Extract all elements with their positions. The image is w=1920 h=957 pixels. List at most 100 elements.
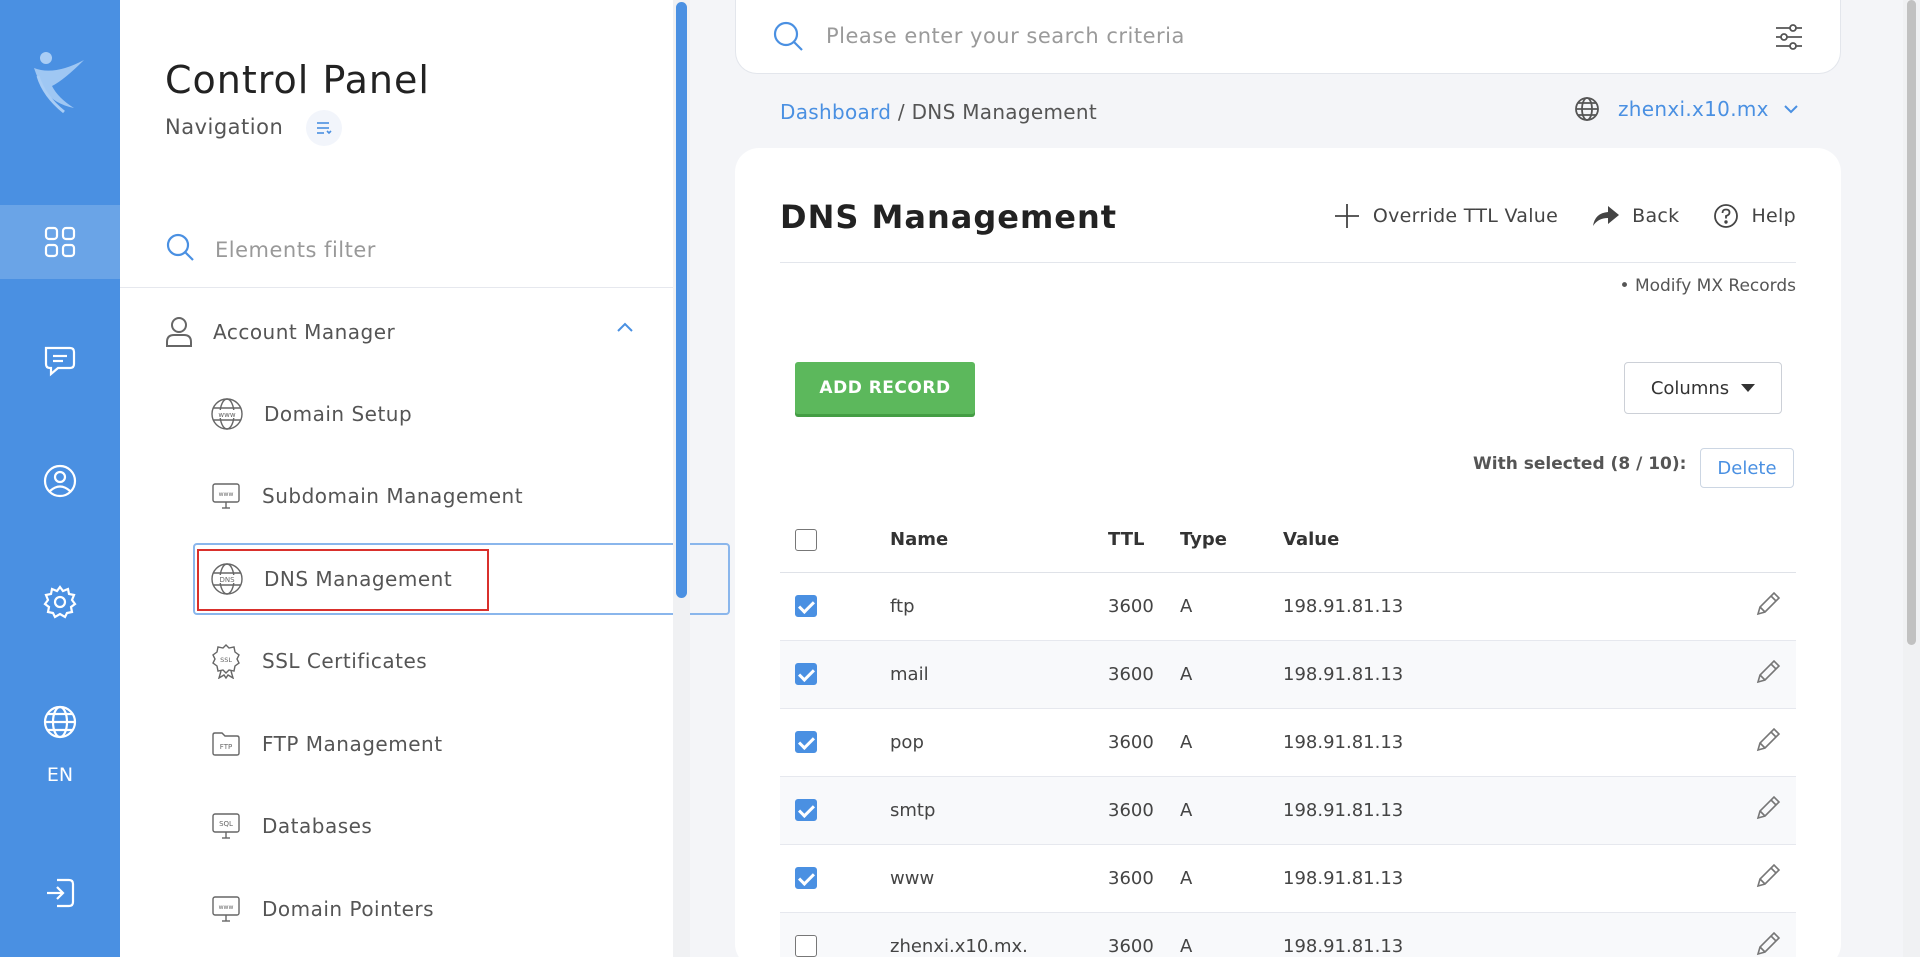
nav-item-domain-setup[interactable]: www Domain Setup — [210, 385, 650, 443]
header-ttl[interactable]: TTL — [1108, 508, 1180, 573]
pencil-icon[interactable] — [1754, 930, 1782, 957]
row-checkbox[interactable] — [795, 731, 817, 753]
page-scrollbar-thumb[interactable] — [1907, 0, 1916, 645]
domain-selector[interactable]: zhenxi.x10.mx — [1574, 96, 1799, 122]
record-ttl: 3600 — [1108, 640, 1180, 709]
nav-item-label: Domain Setup — [264, 402, 413, 426]
record-name: ftp — [890, 572, 1108, 641]
user-icon — [166, 317, 192, 347]
nav-item-label: SSL Certificates — [262, 649, 428, 673]
help-button[interactable]: Help — [1713, 203, 1796, 229]
row-select-cell — [780, 708, 890, 777]
nav-item-domain-pointers[interactable]: www Domain Pointers — [210, 880, 650, 938]
nav-scrollbar[interactable] — [673, 0, 690, 957]
page-title: DNS Management — [780, 198, 1118, 236]
row-edit-cell — [1663, 912, 1796, 957]
chat-icon — [44, 346, 76, 377]
record-value: 198.91.81.13 — [1283, 572, 1664, 641]
globe-icon — [43, 705, 77, 739]
pencil-icon[interactable] — [1754, 794, 1782, 822]
override-ttl-button[interactable]: Override TTL Value — [1333, 202, 1558, 230]
record-name: zhenxi.x10.mx. — [890, 912, 1108, 957]
record-name: pop — [890, 708, 1108, 777]
svg-text:SQL: SQL — [219, 820, 233, 828]
nav-item-databases[interactable]: SQL Databases — [210, 797, 650, 855]
row-checkbox[interactable] — [795, 595, 817, 617]
nav-item-dns-management[interactable]: DNS DNS Management — [193, 543, 730, 615]
nav-item-label: Subdomain Management — [262, 484, 524, 508]
table-row: mail 3600 A 198.91.81.13 — [780, 640, 1796, 709]
elements-filter-input[interactable] — [215, 232, 635, 268]
rail-settings-button[interactable] — [0, 565, 120, 639]
nav-item-label: FTP Management — [262, 732, 443, 756]
breadcrumb: Dashboard / DNS Management — [780, 100, 1097, 124]
rail-support-button[interactable] — [0, 324, 120, 398]
share-arrow-icon — [1593, 206, 1620, 226]
header-value[interactable]: Value — [1283, 508, 1664, 573]
page-scrollbar[interactable] — [1903, 0, 1920, 957]
nav-item-subdomain-management[interactable]: www Subdomain Management — [210, 467, 650, 525]
header-type[interactable]: Type — [1180, 508, 1283, 573]
panel-title: Control Panel — [165, 58, 430, 102]
pencil-icon[interactable] — [1754, 590, 1782, 618]
svg-text:www: www — [219, 491, 234, 498]
dns-management-card: DNS Management Override TTL Value Back H… — [735, 148, 1841, 957]
nav-item-ftp-management[interactable]: FTP FTP Management — [210, 715, 650, 773]
row-edit-cell — [1663, 640, 1796, 709]
pencil-icon[interactable] — [1754, 658, 1782, 686]
pencil-icon[interactable] — [1754, 726, 1782, 754]
columns-dropdown[interactable]: Columns — [1624, 362, 1782, 414]
nav-item-ssl-certificates[interactable]: SSL SSL Certificates — [210, 632, 650, 690]
back-label: Back — [1632, 205, 1680, 227]
ftp-folder-icon: FTP — [212, 732, 240, 756]
logo-icon — [24, 46, 94, 116]
logout-icon — [47, 878, 75, 908]
rail-language-button[interactable] — [0, 685, 120, 759]
chevron-up-icon[interactable] — [615, 320, 635, 334]
record-type: A — [1180, 572, 1283, 641]
record-name: smtp — [890, 776, 1108, 845]
record-value: 198.91.81.13 — [1283, 776, 1664, 845]
search-input[interactable] — [826, 18, 1726, 54]
rail-dashboard-button[interactable] — [0, 205, 120, 279]
navigation-panel: Control Panel Navigation Account Manager… — [120, 0, 730, 957]
account-manager-section[interactable]: Account Manager — [165, 312, 635, 352]
chevron-down-icon — [1784, 105, 1798, 114]
back-button[interactable]: Back — [1592, 205, 1679, 227]
record-ttl: 3600 — [1108, 844, 1180, 913]
language-label[interactable]: EN — [0, 764, 120, 786]
row-checkbox[interactable] — [795, 663, 817, 685]
page-actions: Override TTL Value Back Help — [1299, 202, 1796, 230]
row-edit-cell — [1663, 572, 1796, 641]
row-checkbox[interactable] — [795, 867, 817, 889]
dns-records-table: Name TTL Type Value ftp 3600 A 198.91.81.13… — [780, 508, 1796, 957]
columns-label: Columns — [1650, 377, 1730, 399]
record-ttl: 3600 — [1108, 776, 1180, 845]
rail-logout-button[interactable] — [0, 856, 120, 930]
delete-button[interactable]: Delete — [1700, 448, 1794, 488]
record-name: www — [890, 844, 1108, 913]
select-all-checkbox[interactable] — [795, 528, 817, 551]
nav-scrollbar-thumb[interactable] — [676, 2, 687, 598]
modify-mx-records-link[interactable]: • Modify MX Records — [1620, 276, 1796, 296]
breadcrumb-dashboard-link[interactable]: Dashboard — [780, 100, 891, 124]
table-row: zhenxi.x10.mx. 3600 A 198.91.81.13 — [780, 912, 1796, 957]
override-ttl-label: Override TTL Value — [1372, 205, 1559, 227]
pencil-icon[interactable] — [1754, 862, 1782, 890]
row-checkbox[interactable] — [795, 935, 817, 957]
highlight-box — [197, 549, 489, 611]
rail-profile-button[interactable] — [0, 444, 120, 518]
row-select-cell — [780, 572, 890, 641]
record-type: A — [1180, 640, 1283, 709]
row-select-cell — [780, 912, 890, 957]
www-globe-icon: www — [211, 398, 243, 430]
record-ttl: 3600 — [1108, 708, 1180, 777]
main-area: Dashboard / DNS Management zhenxi.x10.mx… — [690, 0, 1920, 957]
add-record-button[interactable]: ADD RECORD — [795, 362, 975, 414]
table-row: ftp 3600 A 198.91.81.13 — [780, 572, 1796, 641]
header-name[interactable]: Name — [890, 508, 1108, 573]
row-checkbox[interactable] — [795, 799, 817, 821]
filter-settings-icon[interactable] — [1774, 22, 1804, 52]
header-actions — [1663, 508, 1796, 573]
sort-nav-button[interactable] — [306, 110, 342, 146]
